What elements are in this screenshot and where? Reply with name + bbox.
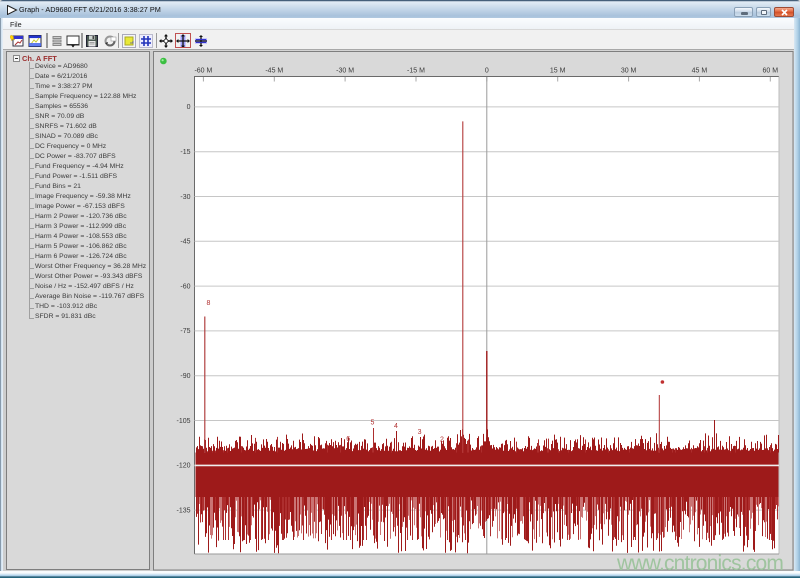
svg-text:2: 2	[440, 437, 444, 444]
svg-text:30 M: 30 M	[621, 68, 637, 75]
svg-text:0: 0	[187, 104, 191, 111]
svg-text:-60 M: -60 M	[194, 68, 212, 75]
svg-text:0: 0	[485, 68, 489, 75]
svg-text:-45: -45	[180, 239, 190, 246]
svg-text:-105: -105	[176, 418, 190, 425]
svg-text:-45 M: -45 M	[265, 68, 283, 75]
svg-text:8: 8	[207, 300, 211, 307]
svg-text:6: 6	[346, 436, 350, 443]
svg-text:45 M: 45 M	[692, 68, 708, 75]
svg-text:-120: -120	[176, 463, 190, 470]
svg-text:-60: -60	[180, 283, 190, 290]
svg-text:-90: -90	[180, 373, 190, 380]
svg-text:3: 3	[418, 429, 422, 436]
svg-text:4: 4	[394, 423, 398, 430]
svg-text:-15 M: -15 M	[407, 68, 425, 75]
svg-text:-30: -30	[180, 194, 190, 201]
svg-text:60 M: 60 M	[763, 68, 779, 75]
svg-text:-75: -75	[180, 328, 190, 335]
svg-text:-15: -15	[180, 149, 190, 156]
svg-text:5: 5	[370, 419, 374, 426]
svg-text:-30 M: -30 M	[336, 68, 354, 75]
svg-text:15 M: 15 M	[550, 68, 566, 75]
svg-text:-135: -135	[176, 507, 190, 514]
